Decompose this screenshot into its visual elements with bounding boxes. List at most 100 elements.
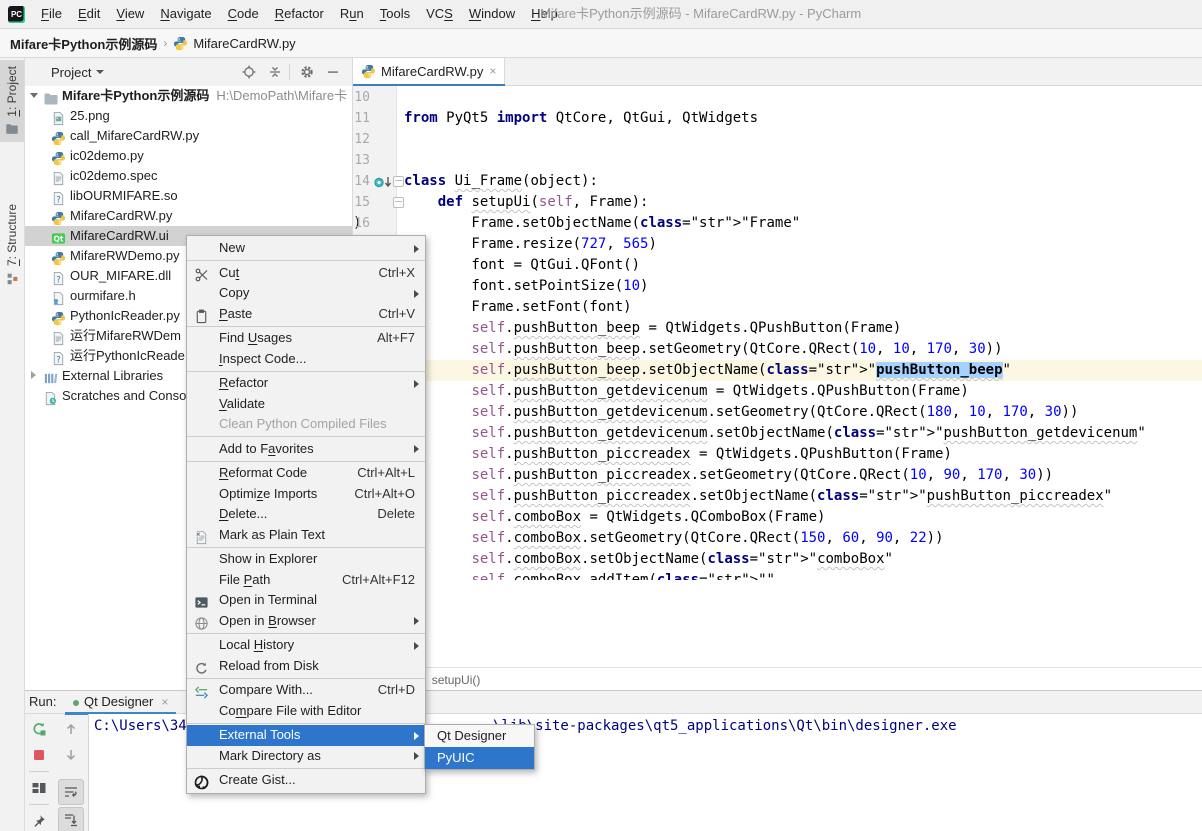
breadcrumb-file[interactable]: MifareCardRW.py (193, 36, 295, 51)
menu-item-label: Local History (219, 637, 295, 652)
code-line-32[interactable]: 32 self.comboBox.setObjectName(class="st… (353, 549, 1202, 570)
code-line-30[interactable]: 30 self.comboBox = QtWidgets.QComboBox(F… (353, 507, 1202, 528)
stop-button[interactable] (27, 743, 51, 767)
code-line-23[interactable]: 23 self.pushButton_beep.setObjectName(cl… (353, 360, 1202, 381)
menubar-vcs[interactable]: VCS (418, 0, 461, 28)
down-stack-trace-button[interactable] (59, 743, 83, 767)
context-menu-item-create-gist[interactable]: Create Gist... (187, 770, 425, 791)
run-tab-close-icon[interactable]: × (161, 695, 168, 709)
menubar-navigate[interactable]: Navigate (152, 0, 219, 28)
code-line-33[interactable]: 33 self.comboBox.addItem(class="str">"") (353, 570, 1202, 580)
context-menu-item-inspect-code[interactable]: Inspect Code... (187, 349, 425, 370)
scratch-icon (43, 391, 58, 406)
context-menu-item-refactor[interactable]: Refactor (187, 373, 425, 394)
code-line-20[interactable]: 20 Frame.setFont(font) (353, 297, 1202, 318)
code-line-13[interactable]: 13 (353, 150, 1202, 171)
code-line-16[interactable]: 16 Frame.setObjectName(class="str">"Fram… (353, 213, 1202, 234)
submenu-item-qt-designer[interactable]: Qt Designer (425, 725, 534, 747)
context-menu-item-reload-from-disk[interactable]: Reload from Disk (187, 656, 425, 677)
scroll-to-end-button[interactable] (58, 807, 84, 831)
code-line-12[interactable]: 12 (353, 129, 1202, 150)
fold-marker-icon[interactable] (393, 176, 404, 187)
settings-gear-icon[interactable] (299, 64, 315, 80)
stripe-button-1-project[interactable]: 1: Project (0, 60, 24, 143)
code-line-26[interactable]: 26 self.pushButton_getdevicenum.setObjec… (353, 423, 1202, 444)
code-line-25[interactable]: 25 self.pushButton_getdevicenum.setGeome… (353, 402, 1202, 423)
tree-item-call-mifarecardrw-py[interactable]: call_MifareCardRW.py (25, 126, 352, 146)
code-line-24[interactable]: 24 self.pushButton_getdevicenum = QtWidg… (353, 381, 1202, 402)
tab-close-icon[interactable]: × (489, 64, 496, 78)
chevron-down-icon[interactable] (30, 93, 38, 98)
hide-panel-icon[interactable] (325, 64, 341, 80)
context-menu-item-open-in-browser[interactable]: Open in Browser (187, 611, 425, 632)
pin-tab-button[interactable] (27, 809, 51, 831)
soft-wrap-button[interactable] (58, 779, 84, 805)
context-menu-item-open-in-terminal[interactable]: Open in Terminal (187, 590, 425, 611)
code-line-17[interactable]: 17 Frame.resize(727, 565) (353, 234, 1202, 255)
code-line-29[interactable]: 29 self.pushButton_piccreadex.setObjectN… (353, 486, 1202, 507)
code-line-19[interactable]: 19 font.setPointSize(10) (353, 276, 1202, 297)
context-menu-item-paste[interactable]: Paste Ctrl+V (187, 304, 425, 325)
breadcrumb-method[interactable]: setupUi() (432, 673, 481, 687)
context-menu-item-local-history[interactable]: Local History (187, 635, 425, 656)
menu-item-label: Optimize Imports (219, 485, 318, 501)
tree-item-mifare-python[interactable]: Mifare卡Python示例源码 H:\DemoPath\Mifare卡 (25, 86, 352, 106)
code-line-14[interactable]: 14 class Ui_Frame(object): (353, 171, 1202, 192)
run-tab-label: Qt Designer (84, 694, 154, 709)
context-menu-item-reformat-code[interactable]: Reformat Code Ctrl+Alt+L (187, 463, 425, 484)
code-line-11[interactable]: 11 from PyQt5 import QtCore, QtGui, QtWid… (353, 108, 1202, 129)
code-line-15[interactable]: 15 def setupUi(self, Frame): (353, 192, 1202, 213)
menubar-edit[interactable]: Edit (70, 0, 108, 28)
code-line-21[interactable]: 21 self.pushButton_beep = QtWidgets.QPus… (353, 318, 1202, 339)
menubar-view[interactable]: View (108, 0, 152, 28)
context-menu-item-mark-as-plain-text[interactable]: Mark as Plain Text (187, 525, 425, 546)
code-line-18[interactable]: 18 font = QtGui.QFont() (353, 255, 1202, 276)
context-menu-item-file-path[interactable]: File Path Ctrl+Alt+F12 (187, 570, 425, 591)
tab-mifarecardrw-py[interactable]: MifareCardRW.py × (353, 58, 506, 84)
project-panel-title[interactable]: Project (51, 65, 91, 80)
code-line-22[interactable]: 22 self.pushButton_beep.setGeometry(QtCo… (353, 339, 1202, 360)
context-menu-item-compare-with[interactable]: Compare With... Ctrl+D (187, 680, 425, 701)
context-menu-item-cut[interactable]: Cut Ctrl+X (187, 263, 425, 284)
menubar-run[interactable]: Run (332, 0, 372, 28)
context-menu-item-copy[interactable]: Copy (187, 283, 425, 304)
code-line-10[interactable]: 10 (353, 87, 1202, 108)
tree-item-libourmifare-so[interactable]: ? libOURMIFARE.so (25, 186, 352, 206)
code-line-31[interactable]: 31 self.comboBox.setGeometry(QtCore.QRec… (353, 528, 1202, 549)
code-line-28[interactable]: 28 self.pushButton_piccreadex.setGeometr… (353, 465, 1202, 486)
context-menu-item-new[interactable]: New (187, 238, 425, 259)
context-menu-item-validate[interactable]: Validate (187, 394, 425, 415)
menu-item-shortcut: Ctrl+D (377, 682, 415, 697)
breadcrumb-project[interactable]: Mifare卡Python示例源码 (10, 34, 157, 53)
menubar-code[interactable]: Code (220, 0, 267, 28)
submenu-item-pyuic[interactable]: PyUIC (425, 747, 534, 769)
restore-layout-button[interactable] (27, 776, 51, 800)
context-menu-item-find-usages[interactable]: Find Usages Alt+F7 (187, 328, 425, 349)
context-menu-item-optimize-imports[interactable]: Optimize Imports Ctrl+Alt+O (187, 484, 425, 505)
tree-item-25-png[interactable]: 25.png (25, 106, 352, 126)
run-tab-qt-designer[interactable]: Qt Designer × (65, 691, 177, 715)
up-stack-trace-button[interactable] (59, 717, 83, 741)
python-icon (51, 151, 66, 166)
code-line-27[interactable]: 27 self.pushButton_piccreadex = QtWidget… (353, 444, 1202, 465)
code-editor[interactable]: 10 11 from PyQt5 import QtCore, QtGui, QtW… (353, 86, 1202, 580)
context-menu-item-show-in-explorer[interactable]: Show in Explorer (187, 549, 425, 570)
menubar-tools[interactable]: Tools (372, 0, 418, 28)
fold-marker-icon[interactable] (393, 197, 404, 208)
context-menu-item-delete[interactable]: Delete... Delete (187, 504, 425, 525)
menubar-window[interactable]: Window (461, 0, 523, 28)
collapse-all-icon[interactable] (267, 64, 283, 80)
tree-item-ic02demo-py[interactable]: ic02demo.py (25, 146, 352, 166)
context-menu-item-compare-file-with-editor[interactable]: Compare File with Editor (187, 701, 425, 722)
rerun-button[interactable] (27, 717, 51, 741)
context-menu-item-add-to-favorites[interactable]: Add to Favorites (187, 439, 425, 460)
stripe-button-7-structure[interactable]: 7: Structure (0, 198, 24, 291)
menubar-refactor[interactable]: Refactor (267, 0, 332, 28)
context-menu-item-mark-directory-as[interactable]: Mark Directory as (187, 746, 425, 767)
tree-item-ic02demo-spec[interactable]: ic02demo.spec (25, 166, 352, 186)
chevron-right-icon[interactable] (31, 371, 36, 379)
locate-icon[interactable] (241, 64, 257, 80)
context-menu-item-external-tools[interactable]: External Tools (187, 725, 425, 746)
menubar-file[interactable]: File (33, 0, 70, 28)
tree-item-mifarecardrw-py[interactable]: MifareCardRW.py (25, 206, 352, 226)
